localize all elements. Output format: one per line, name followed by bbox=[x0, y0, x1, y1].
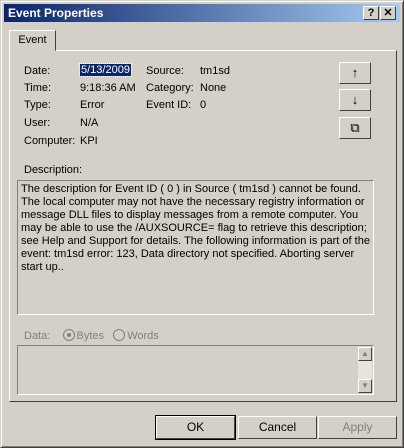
cancel-button[interactable]: Cancel bbox=[238, 416, 317, 439]
computer-value[interactable]: KPI bbox=[80, 135, 98, 147]
category-label: Category: bbox=[146, 82, 194, 94]
data-box[interactable]: ▲ ▼ bbox=[17, 345, 374, 395]
arrow-up-icon: ↑ bbox=[351, 65, 359, 80]
next-event-button[interactable]: ↓ bbox=[339, 89, 371, 111]
source-value[interactable]: tm1sd bbox=[200, 65, 230, 77]
help-button[interactable]: ? bbox=[363, 6, 379, 20]
apply-button[interactable]: Apply bbox=[318, 416, 397, 439]
description-box[interactable]: The description for Event ID ( 0 ) in So… bbox=[17, 180, 374, 315]
time-label: Time: bbox=[24, 82, 52, 94]
source-label: Source: bbox=[146, 65, 184, 77]
user-label: User: bbox=[24, 117, 51, 129]
category-value[interactable]: None bbox=[200, 82, 226, 94]
scroll-up-icon[interactable]: ▲ bbox=[358, 347, 372, 361]
event-id-label: Event ID: bbox=[146, 99, 192, 111]
bytes-radio[interactable]: Bytes bbox=[62, 329, 105, 342]
event-id-value[interactable]: 0 bbox=[200, 99, 206, 111]
arrow-down-icon: ↓ bbox=[351, 92, 359, 107]
data-scrollbar[interactable]: ▲ ▼ bbox=[358, 347, 372, 393]
type-value[interactable]: Error bbox=[80, 99, 104, 111]
radio-empty-icon bbox=[113, 329, 126, 341]
data-options: Data: Bytes Words bbox=[24, 329, 159, 342]
date-value[interactable]: 5/13/2009 bbox=[79, 63, 132, 77]
radio-selected-icon bbox=[62, 329, 75, 341]
computer-label: Computer: bbox=[24, 135, 76, 147]
words-label: Words bbox=[127, 330, 159, 342]
previous-event-button[interactable]: ↑ bbox=[339, 62, 371, 84]
ok-button[interactable]: OK bbox=[155, 415, 236, 440]
copy-icon: ⧉ bbox=[350, 120, 360, 135]
description-label: Description: bbox=[24, 164, 83, 176]
copy-button[interactable]: ⧉ bbox=[339, 117, 371, 139]
time-value[interactable]: 9:18:36 AM bbox=[80, 82, 136, 94]
title-bar[interactable]: Event Properties ? ✕ bbox=[4, 4, 400, 22]
event-properties-window: Event Properties ? ✕ Event Date: Time: T… bbox=[0, 0, 404, 448]
data-label: Data: bbox=[24, 330, 51, 342]
window-title: Event Properties bbox=[8, 6, 104, 20]
scroll-down-icon[interactable]: ▼ bbox=[358, 379, 372, 393]
date-label: Date: bbox=[24, 65, 51, 77]
words-radio[interactable]: Words bbox=[113, 329, 159, 342]
close-button[interactable]: ✕ bbox=[380, 6, 396, 20]
tab-event[interactable]: Event bbox=[9, 30, 56, 51]
type-label: Type: bbox=[24, 99, 51, 111]
user-value[interactable]: N/A bbox=[80, 117, 98, 129]
bytes-label: Bytes bbox=[76, 330, 105, 342]
